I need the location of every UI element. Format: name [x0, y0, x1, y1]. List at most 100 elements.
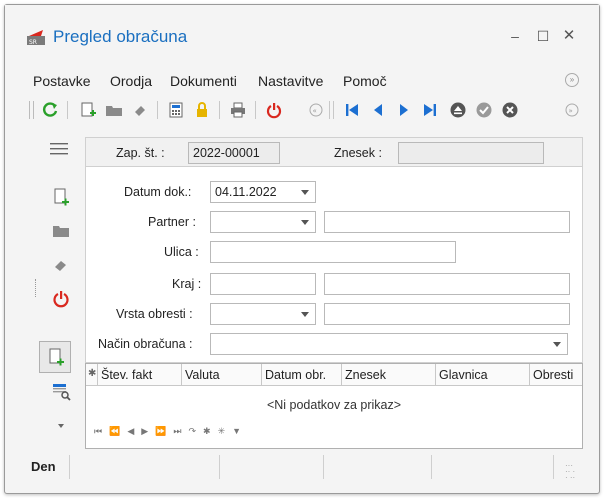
status-divider — [69, 455, 70, 479]
znesek-label: Znesek : — [334, 146, 382, 160]
nav-prev-page-icon[interactable]: ⏪ — [109, 426, 120, 436]
status-bar: Den ··· ·· · · ·· — [5, 449, 599, 485]
nav-last-icon[interactable]: ⏭ — [173, 426, 181, 436]
chevron-down-icon[interactable] — [553, 342, 561, 347]
nav-first-icon[interactable]: ⏮ — [94, 426, 102, 436]
toolbar-grip-icon[interactable] — [29, 101, 34, 119]
column-header[interactable]: Valuta — [182, 364, 262, 386]
print-icon[interactable] — [229, 101, 247, 119]
nav-prev-icon[interactable]: ◀ — [127, 426, 134, 436]
column-header[interactable]: Znesek — [342, 364, 436, 386]
svg-text:«: « — [313, 107, 317, 115]
svg-text:SR: SR — [29, 39, 37, 45]
menu-nastavitve[interactable]: Nastavitve — [258, 73, 323, 89]
zap-st-field: 2022-00001 — [188, 142, 280, 164]
refresh-icon[interactable] — [41, 101, 59, 119]
kraj-name-field[interactable] — [324, 273, 570, 295]
grid-header: ✱ Štev. fakt Valuta Datum obr. Znesek Gl… — [86, 364, 582, 386]
confirm-icon[interactable] — [475, 101, 493, 119]
chevron-down-icon[interactable] — [51, 415, 71, 435]
first-record-icon[interactable] — [343, 101, 361, 119]
main-window: SR Pregled obračuna – ☐ ✕ Postavke Orodj… — [4, 4, 600, 494]
toolbar-expand-icon[interactable]: » — [563, 101, 581, 119]
power-icon[interactable] — [265, 101, 283, 119]
status-divider — [431, 455, 432, 479]
close-button[interactable]: ✕ — [561, 27, 577, 45]
new-document-icon[interactable] — [51, 187, 71, 207]
column-header[interactable]: Štev. fakt — [98, 364, 182, 386]
chevron-down-icon[interactable] — [301, 312, 309, 317]
toolbar-separator — [67, 101, 68, 119]
status-divider — [219, 455, 220, 479]
cancel-icon[interactable] — [501, 101, 519, 119]
new-row-button[interactable] — [39, 341, 71, 373]
table-search-icon[interactable] — [51, 381, 71, 401]
status-divider — [323, 455, 324, 479]
grid-empty-text: <Ni podatkov za prikaz> — [266, 398, 402, 412]
nacin-obracuna-select[interactable] — [210, 333, 568, 355]
collapse-left-icon[interactable]: « — [307, 101, 325, 119]
row-indicator-icon: ✱ — [86, 364, 98, 386]
menu-orodja[interactable]: Orodja — [110, 73, 152, 89]
toolbar-separator — [219, 101, 220, 119]
power-icon[interactable] — [51, 289, 71, 309]
resize-grip-icon[interactable]: ··· ·· · · ·· — [565, 462, 577, 482]
nav-insert-icon[interactable]: ✱ — [203, 426, 211, 436]
column-header[interactable]: Datum obr. — [262, 364, 342, 386]
previous-record-icon[interactable] — [369, 101, 387, 119]
nav-next-icon[interactable]: ▶ — [141, 426, 148, 436]
znesek-field — [398, 142, 544, 164]
vrsta-obresti-select[interactable] — [210, 303, 316, 325]
nav-append-icon[interactable]: ✳ — [218, 426, 226, 436]
datum-dok-label: Datum dok.: — [124, 185, 192, 199]
menu-bar: Postavke Orodja Dokumenti Nastavitve Pom… — [5, 67, 599, 93]
partner-select[interactable] — [210, 211, 316, 233]
menu-dokumenti[interactable]: Dokumenti — [170, 73, 237, 89]
toolbar-separator — [333, 101, 334, 119]
menu-pomoc[interactable]: Pomoč — [343, 73, 387, 89]
vrsta-obresti-description-field[interactable] — [324, 303, 570, 325]
chevron-down-icon[interactable] — [301, 190, 309, 195]
hamburger-menu-icon[interactable] — [49, 139, 69, 159]
kraj-label: Kraj : — [172, 277, 202, 291]
eject-icon[interactable] — [449, 101, 467, 119]
column-header[interactable]: Obresti — [530, 364, 582, 386]
open-folder-icon[interactable] — [51, 221, 71, 241]
new-document-icon — [49, 348, 64, 366]
menu-postavke[interactable]: Postavke — [33, 73, 91, 89]
invoice-grid: ✱ Štev. fakt Valuta Datum obr. Znesek Gl… — [85, 363, 583, 449]
kraj-postcode-field[interactable] — [210, 273, 316, 295]
open-folder-icon[interactable] — [105, 101, 123, 119]
toolbar-separator — [329, 101, 330, 119]
nav-refresh-icon[interactable]: ↷ — [189, 426, 197, 436]
datum-dok-field[interactable]: 04.11.2022 — [210, 181, 316, 203]
column-header[interactable]: Glavnica — [436, 364, 530, 386]
svg-text:»: » — [569, 107, 573, 115]
toolbar-separator — [255, 101, 256, 119]
status-divider — [553, 455, 554, 479]
eraser-icon[interactable] — [131, 101, 149, 119]
nacin-obracuna-label: Način obračuna : — [98, 337, 193, 351]
next-record-icon[interactable] — [395, 101, 413, 119]
header-fields: Zap. št. : 2022-00001 Znesek : — [85, 137, 583, 167]
window-title: Pregled obračuna — [53, 27, 188, 46]
new-document-icon[interactable] — [79, 101, 97, 119]
partner-label: Partner : — [148, 215, 196, 229]
ulica-field[interactable] — [210, 241, 456, 263]
nav-next-page-icon[interactable]: ⏩ — [155, 426, 166, 436]
lock-icon[interactable] — [193, 101, 211, 119]
toolbar-separator — [157, 101, 158, 119]
maximize-button[interactable]: ☐ — [535, 27, 551, 45]
menu-collapse-icon[interactable]: » — [565, 73, 579, 87]
partner-name-field[interactable] — [324, 211, 570, 233]
grid-navigator: ⏮ ⏪ ◀ ▶ ⏩ ⏭ ↷ ✱ ✳ ▼ — [94, 426, 248, 440]
minimize-button[interactable]: – — [507, 27, 523, 45]
calculator-icon[interactable] — [167, 101, 185, 119]
nav-filter-icon[interactable]: ▼ — [232, 426, 241, 436]
last-record-icon[interactable] — [421, 101, 439, 119]
chevron-down-icon[interactable] — [301, 220, 309, 225]
rail-separator — [35, 279, 36, 297]
left-rail — [5, 129, 85, 449]
eraser-icon[interactable] — [51, 255, 71, 275]
document-form: Datum dok.: 04.11.2022 Partner : Ulica :… — [85, 167, 583, 363]
